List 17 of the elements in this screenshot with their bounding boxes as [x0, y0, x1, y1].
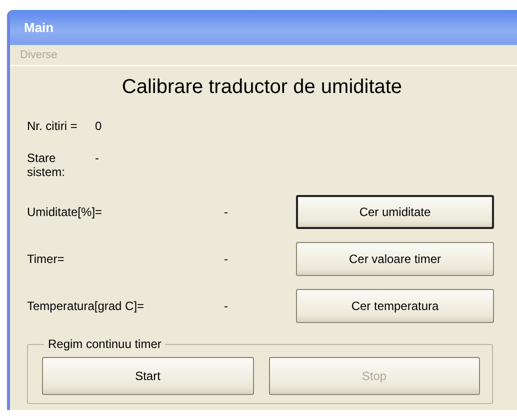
- field-value: 0: [95, 119, 103, 133]
- field-value: -: [224, 299, 229, 313]
- group-title: Regim continuu timer: [47, 337, 162, 351]
- field-value: -: [224, 205, 229, 219]
- window-title: Main: [24, 20, 54, 35]
- request-button[interactable]: Cer valoare timer: [296, 242, 494, 276]
- field-label: Temperatura[grad C]=: [27, 299, 146, 313]
- request-button[interactable]: Cer umiditate: [296, 195, 494, 229]
- field-label: Timer=: [27, 252, 66, 266]
- field-label: Stare sistem:: [27, 151, 66, 179]
- field-value: -: [95, 151, 100, 167]
- field-value: -: [224, 252, 229, 266]
- heading: Calibrare traductor de umiditate: [120, 76, 404, 99]
- request-button[interactable]: Cer temperatura: [296, 289, 494, 323]
- field-label: Nr. citiri =: [27, 119, 78, 133]
- field-label: Umiditate[%]=: [27, 205, 104, 219]
- timer-button[interactable]: Start: [42, 357, 254, 395]
